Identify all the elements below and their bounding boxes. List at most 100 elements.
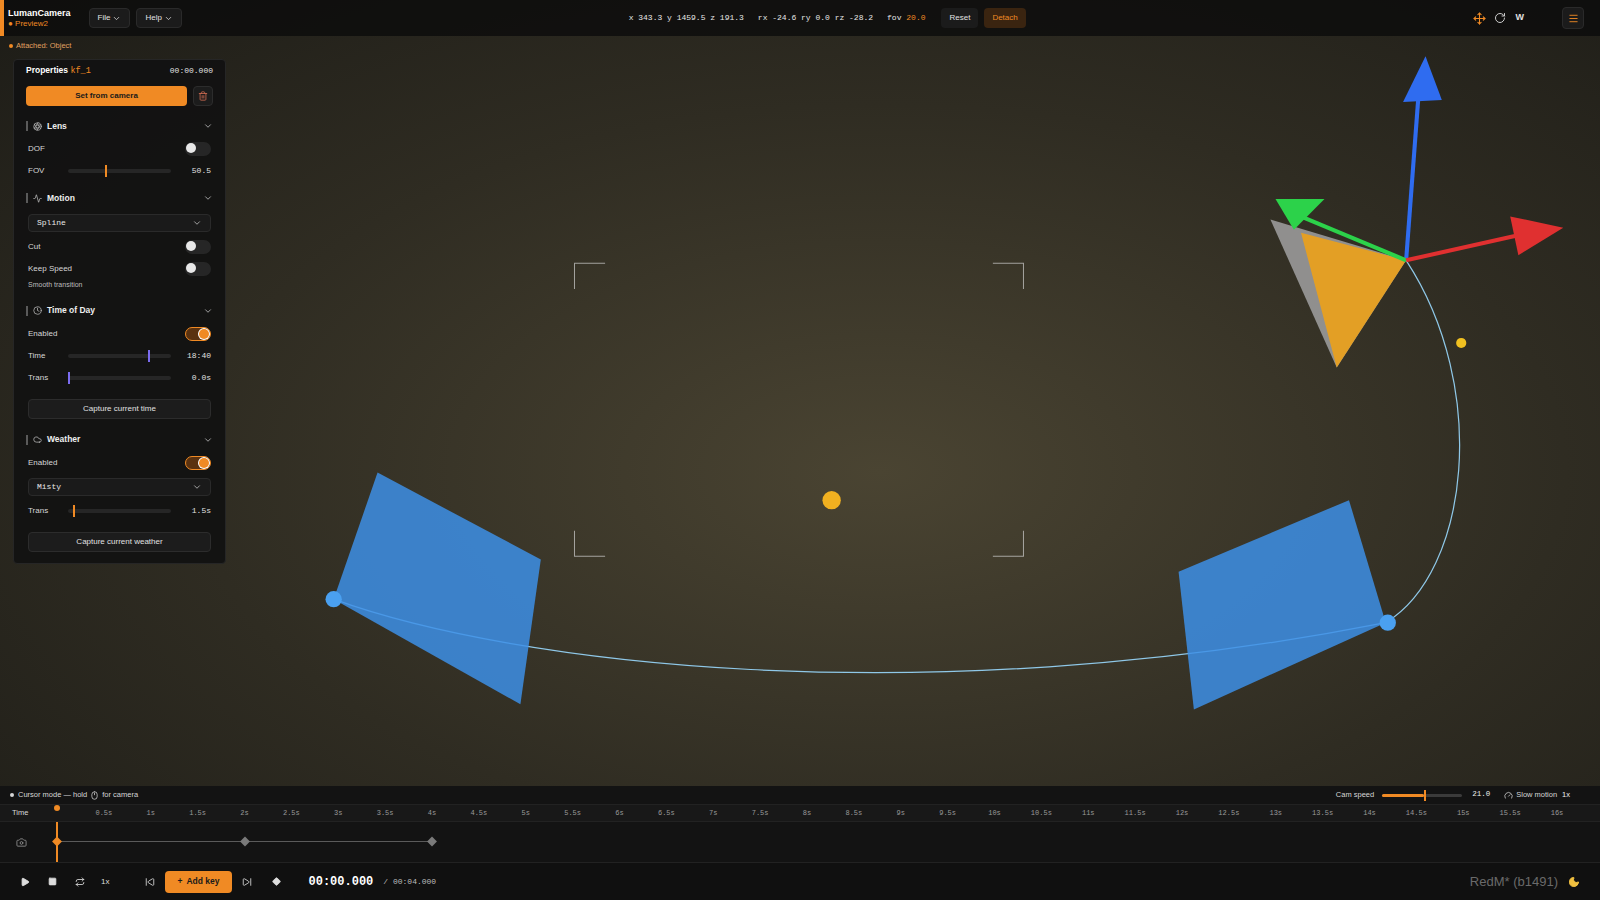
section-icon [33, 306, 42, 315]
top-bar: LumanCamera● Preview2FileHelpx 343.3 y 1… [0, 0, 1600, 36]
toggle[interactable] [185, 240, 211, 254]
viewport[interactable] [0, 0, 1600, 786]
slider-row: Time18:40 [14, 345, 225, 367]
chevron-down-icon [192, 218, 202, 228]
ruler-tick: 12.5s [1218, 808, 1239, 819]
diamond-icon[interactable] [272, 877, 281, 886]
cam-speed-slider[interactable] [1382, 794, 1462, 797]
trash-icon [198, 91, 208, 101]
section-header[interactable]: Weather [14, 428, 225, 452]
ruler-tick: 7s [709, 808, 717, 819]
chevron-down-icon [203, 306, 213, 316]
transport-bar: 1x +Add key 00:00.000 / 00:04.000 RedM* (b14… [0, 862, 1600, 900]
toggle-row: Keep Speed [14, 258, 225, 280]
chevron-down-icon [112, 14, 121, 23]
menu-button[interactable] [1562, 7, 1584, 29]
ruler-tick: 4.5s [470, 808, 487, 819]
play-icon[interactable] [20, 877, 30, 887]
chevron-down-icon [203, 121, 213, 131]
loop-icon[interactable] [75, 877, 85, 887]
moon-icon [1568, 876, 1580, 888]
toggle[interactable] [185, 142, 211, 156]
toggle[interactable] [185, 327, 211, 341]
panel-section: WeatherEnabled Misty Trans1.5s Capture curr… [14, 428, 225, 557]
ruler-tick: 12s [1176, 808, 1189, 819]
ruler-tick: 9.5s [939, 808, 956, 819]
move-icon[interactable] [1473, 12, 1486, 25]
ruler-tick: 2.5s [283, 808, 300, 819]
slow-motion-value[interactable]: 1x [1562, 789, 1570, 800]
build-label: RedM* (b1491) [1470, 872, 1558, 892]
speed-button[interactable]: 1x [101, 876, 109, 888]
keyframe[interactable] [427, 837, 437, 847]
duration: / 00:04.000 [383, 876, 436, 888]
section-icon [33, 435, 42, 444]
ruler-tick: 16s [1551, 808, 1564, 819]
chevron-down-icon [203, 435, 213, 445]
add-key-button[interactable]: +Add key [165, 871, 231, 893]
menu-button[interactable]: Help [136, 8, 181, 28]
delete-button[interactable] [193, 86, 213, 106]
section-header[interactable]: Motion [14, 186, 225, 210]
ruler-tick: 5s [522, 808, 530, 819]
skip-back-icon[interactable] [145, 877, 155, 887]
slider-track[interactable] [68, 509, 171, 513]
select[interactable]: Misty [28, 478, 211, 496]
toggle[interactable] [185, 262, 211, 276]
properties-panel: Properties kf_100:00.000Set from cameraL… [13, 59, 226, 564]
action-button[interactable]: Detach [984, 8, 1025, 28]
select[interactable]: Spline [28, 214, 211, 232]
playhead [56, 822, 58, 862]
chevron-down-icon [192, 482, 202, 492]
set-from-camera-button[interactable]: Set from camera [26, 86, 187, 106]
ruler-tick: 11s [1082, 808, 1095, 819]
menu-button[interactable]: File [89, 8, 131, 28]
camera-path-icon [0, 0, 1600, 786]
attached-label: Attached: Object [0, 36, 1600, 55]
timeline-ruler: Time0.5s1s1.5s2s2.5s3s3.5s4s4.5s5s5.5s6s… [0, 804, 1600, 822]
toggle-row: Enabled [14, 452, 225, 474]
slider-row: FOV50.5 [14, 160, 225, 182]
ruler-tick: 1s [147, 808, 155, 819]
slider-track[interactable] [68, 169, 171, 173]
ruler-tick: 13.5s [1312, 808, 1333, 819]
action-button[interactable]: Reset [941, 8, 978, 28]
ruler-tick: 0.5s [95, 808, 112, 819]
section-header[interactable]: Lens [14, 114, 225, 138]
ruler-tick: 6s [615, 808, 623, 819]
slider-track[interactable] [68, 354, 171, 358]
skip-forward-icon[interactable] [242, 877, 252, 887]
ruler-tick: 15.5s [1500, 808, 1521, 819]
ruler-tick: 13s [1269, 808, 1282, 819]
slider-row: Trans1.5s [14, 500, 225, 522]
section-icon [33, 122, 42, 131]
section-header[interactable]: Time of Day [14, 299, 225, 323]
ruler-tick: 14s [1363, 808, 1376, 819]
ruler-tick: 8s [803, 808, 811, 819]
toggle-row: DOF [14, 138, 225, 160]
toggle-row: Enabled [14, 323, 225, 345]
rotate-icon[interactable] [1494, 12, 1506, 24]
logo: LumanCamera● Preview2 [4, 8, 89, 28]
ruler-tick: 1.5s [189, 808, 206, 819]
toggle-row: Cut [14, 236, 225, 258]
app: LumanCamera● Preview2FileHelpx 343.3 y 1… [0, 0, 1600, 900]
current-time: 00:00.000 [309, 873, 374, 891]
capture-button[interactable]: Capture current weather [28, 532, 211, 552]
panel-section: Motion Spline CutKeep SpeedSmooth transiti… [14, 186, 225, 295]
ruler-tick: 15s [1457, 808, 1470, 819]
toggle[interactable] [185, 456, 211, 470]
bottom-bar: Cursor mode — holdfor cameraCam speed21.… [0, 786, 1600, 900]
space-toggle[interactable]: W [1514, 11, 1527, 25]
ruler-tick: 9s [897, 808, 905, 819]
keyframe[interactable] [240, 837, 250, 847]
slider-track[interactable] [68, 376, 171, 380]
playhead-marker[interactable] [54, 805, 60, 811]
stop-icon[interactable] [48, 877, 57, 886]
ruler-tick: 10s [988, 808, 1001, 819]
ruler-tick: 14.5s [1406, 808, 1427, 819]
note: Smooth transition [14, 280, 225, 295]
capture-button[interactable]: Capture current time [28, 399, 211, 419]
ruler-tick: 11.5s [1125, 808, 1146, 819]
ruler-tick: 8.5s [845, 808, 862, 819]
